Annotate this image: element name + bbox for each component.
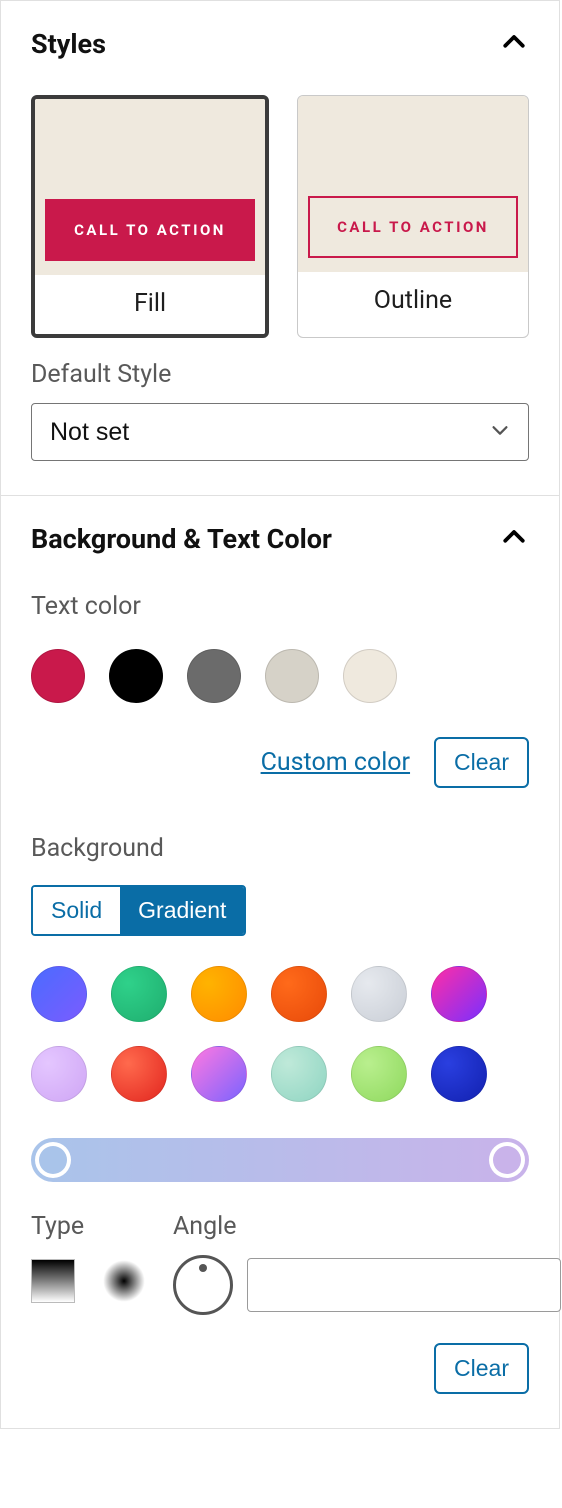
angle-input[interactable] — [247, 1258, 561, 1312]
text-color-label: Text color — [31, 592, 529, 621]
chevron-up-icon — [499, 27, 529, 61]
text-color-swatch-4[interactable] — [343, 649, 397, 703]
gradient-swatch-10[interactable] — [351, 1046, 407, 1102]
gradient-swatch-1[interactable] — [111, 966, 167, 1022]
text-color-swatch-0[interactable] — [31, 649, 85, 703]
styles-title: Styles — [31, 28, 106, 60]
gradient-swatch-8[interactable] — [191, 1046, 247, 1102]
text-color-swatch-2[interactable] — [187, 649, 241, 703]
gradient-swatch-7[interactable] — [111, 1046, 167, 1102]
gradient-swatch-11[interactable] — [431, 1046, 487, 1102]
seg-solid-button[interactable]: Solid — [33, 887, 120, 934]
gradient-swatch-5[interactable] — [431, 966, 487, 1022]
type-label: Type — [31, 1212, 145, 1241]
gradient-swatch-3[interactable] — [271, 966, 327, 1022]
style-option-outline[interactable]: CALL TO ACTION Outline — [297, 95, 529, 338]
background-label: Background — [31, 834, 529, 863]
gradient-swatch-6[interactable] — [31, 1046, 87, 1102]
background-type-segmented: Solid Gradient — [31, 885, 246, 936]
text-color-swatch-1[interactable] — [109, 649, 163, 703]
style-preview: CALL TO ACTION — [298, 96, 528, 272]
gradient-type-linear[interactable] — [31, 1259, 75, 1303]
gradient-type-radial[interactable] — [103, 1260, 145, 1302]
gradient-stop-right[interactable] — [489, 1142, 525, 1178]
angle-dial[interactable] — [173, 1255, 233, 1315]
gradient-stop-left[interactable] — [35, 1142, 71, 1178]
text-color-swatch-3[interactable] — [265, 649, 319, 703]
style-option-fill[interactable]: CALL TO ACTION Fill — [31, 95, 269, 338]
clear-background-button[interactable]: Clear — [434, 1343, 529, 1394]
cta-outline-preview: CALL TO ACTION — [308, 196, 518, 258]
gradient-swatch-4[interactable] — [351, 966, 407, 1022]
default-style-label: Default Style — [31, 360, 529, 389]
seg-gradient-button[interactable]: Gradient — [120, 887, 244, 934]
custom-color-link[interactable]: Custom color — [261, 748, 410, 777]
gradient-slider[interactable] — [31, 1138, 529, 1182]
cta-fill-preview: CALL TO ACTION — [45, 199, 255, 261]
gradient-swatch-0[interactable] — [31, 966, 87, 1022]
style-label: Outline — [298, 272, 528, 331]
gradient-swatch-2[interactable] — [191, 966, 247, 1022]
bgtext-title: Background & Text Color — [31, 523, 332, 555]
style-preview: CALL TO ACTION — [35, 99, 265, 275]
styles-panel-header[interactable]: Styles — [31, 27, 529, 61]
style-label: Fill — [35, 275, 265, 334]
bgtext-panel-header[interactable]: Background & Text Color — [31, 522, 529, 556]
chevron-up-icon — [499, 522, 529, 556]
angle-label: Angle — [173, 1212, 561, 1241]
gradient-swatch-9[interactable] — [271, 1046, 327, 1102]
default-style-select[interactable]: Not set — [31, 403, 529, 461]
clear-text-color-button[interactable]: Clear — [434, 737, 529, 788]
